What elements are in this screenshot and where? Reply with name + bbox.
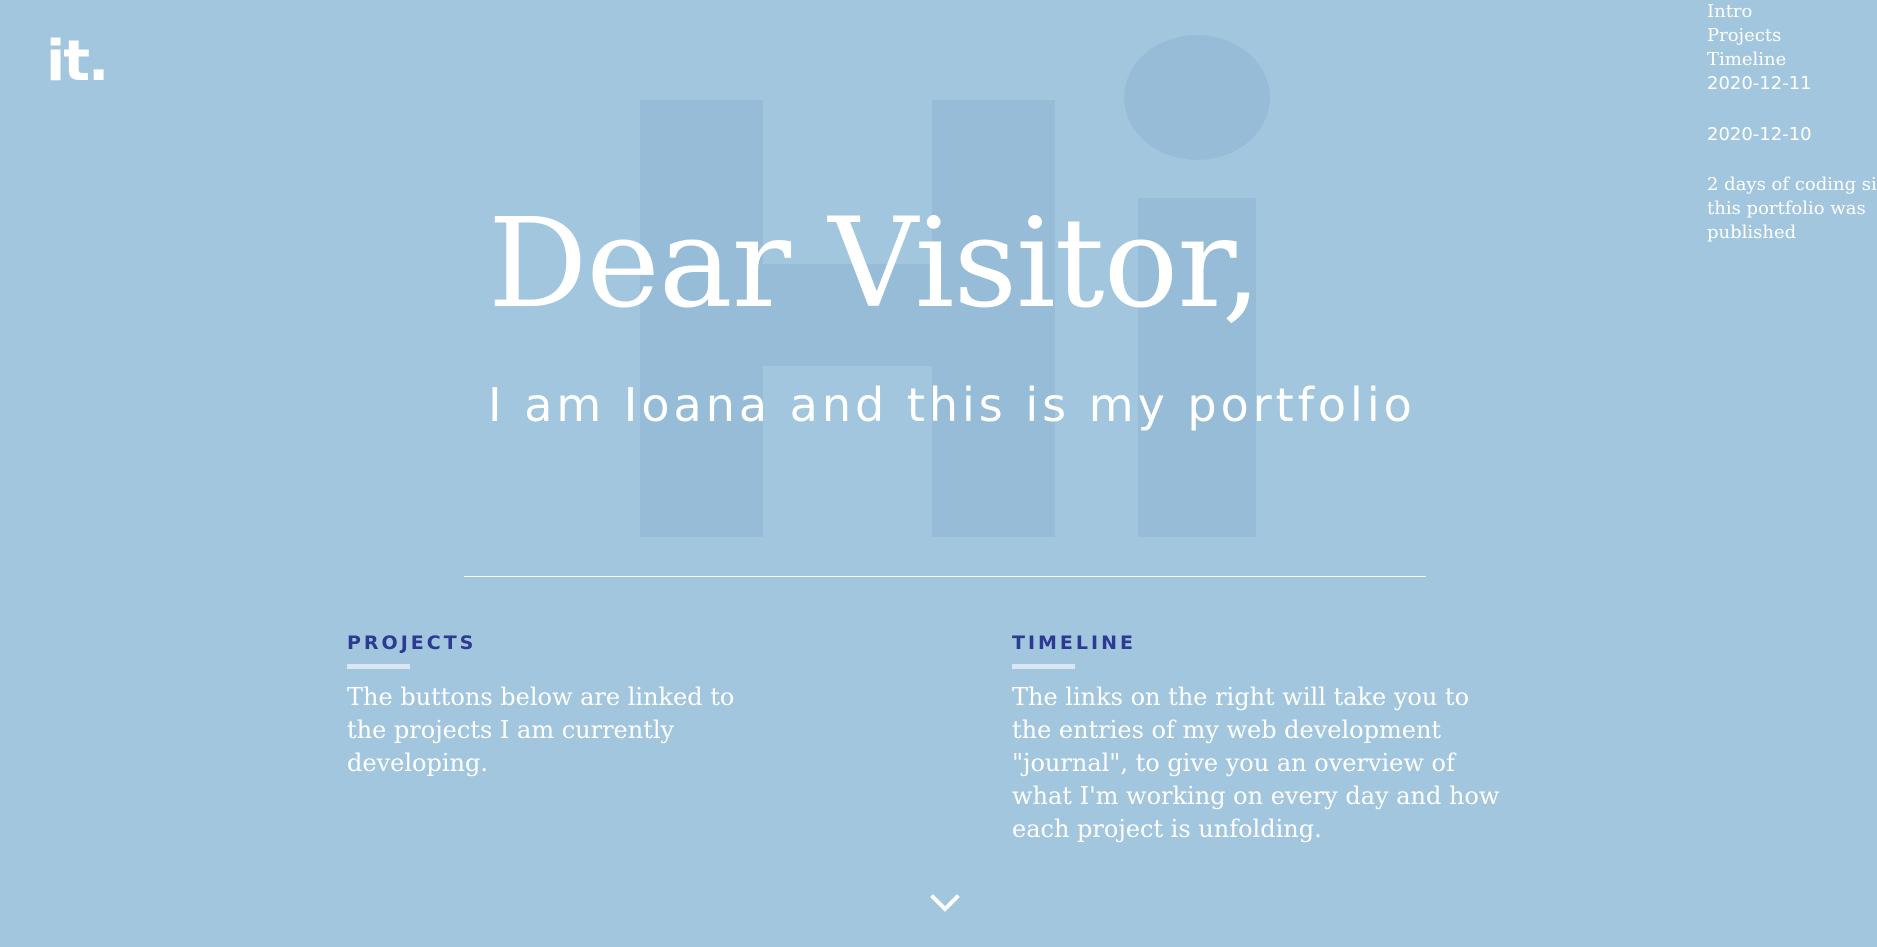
timeline-description: The links on the right will take you to … bbox=[1012, 683, 1500, 843]
nav-link-projects[interactable]: Projects bbox=[1707, 24, 1877, 48]
hero-subtitle: I am Ioana and this is my portfolio bbox=[488, 378, 1416, 432]
timeline-section: TIMELINE The links on the right will tak… bbox=[1012, 632, 1512, 846]
section-divider bbox=[464, 576, 1426, 577]
site-logo[interactable]: it. bbox=[46, 34, 109, 90]
coding-days-note: 2 days of coding since this portfolio wa… bbox=[1707, 174, 1877, 243]
hero-title: Dear Visitor, bbox=[488, 192, 1261, 336]
timeline-heading: TIMELINE bbox=[1012, 632, 1136, 654]
chevron-down-icon[interactable] bbox=[930, 888, 960, 918]
projects-heading: PROJECTS bbox=[347, 632, 477, 654]
timeline-heading-underline bbox=[1012, 664, 1075, 669]
projects-section: PROJECTS The buttons below are linked to… bbox=[347, 632, 777, 780]
background-letter-i-dot bbox=[1124, 35, 1270, 160]
side-navigation: Intro Projects Timeline 2020-12-11 2020-… bbox=[1707, 0, 1877, 245]
nav-link-intro[interactable]: Intro bbox=[1707, 0, 1877, 24]
timeline-entry-link[interactable]: 2020-12-10 bbox=[1707, 123, 1877, 147]
timeline-entry-link[interactable]: 2020-12-11 bbox=[1707, 72, 1877, 96]
projects-heading-underline bbox=[347, 664, 410, 669]
projects-description: The buttons below are linked to the proj… bbox=[347, 683, 735, 777]
nav-link-timeline[interactable]: Timeline bbox=[1707, 48, 1877, 72]
